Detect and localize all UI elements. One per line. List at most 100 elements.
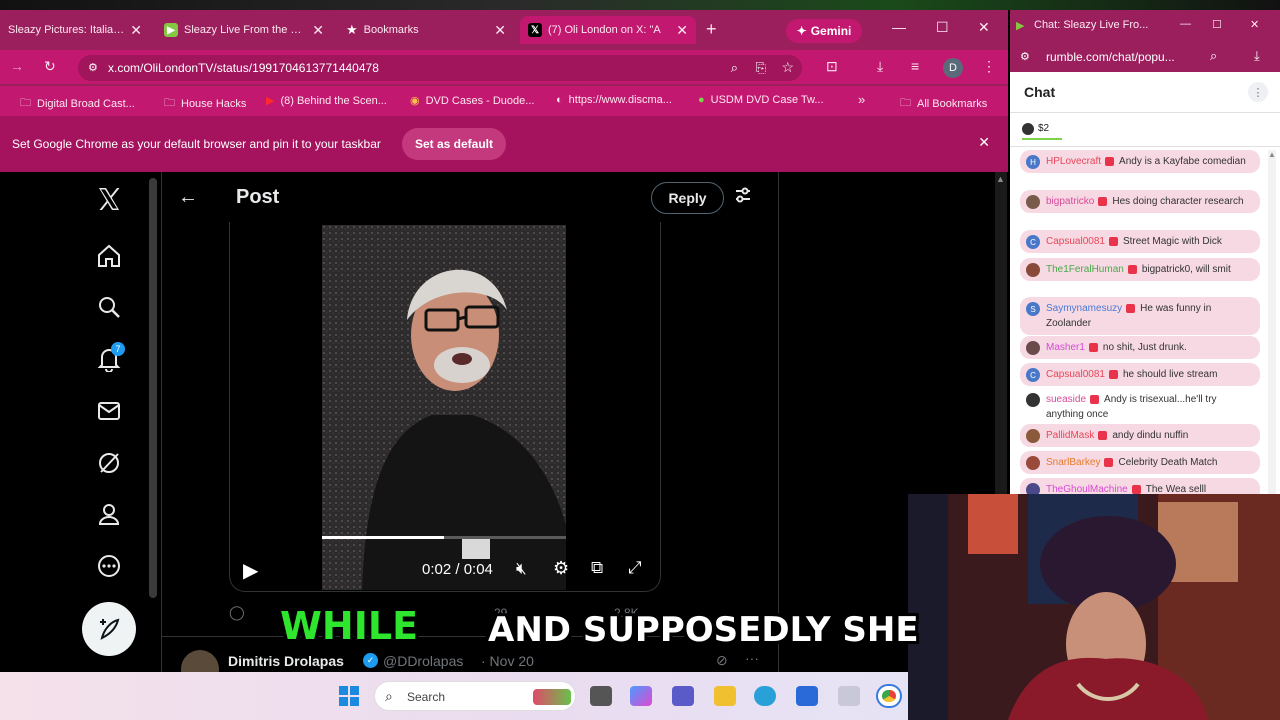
- settings-gear-icon[interactable]: ⚙: [553, 558, 569, 579]
- bookmark-star-icon[interactable]: ☆: [781, 59, 794, 76]
- chat-username[interactable]: Masher1: [1046, 342, 1085, 353]
- tab-bookmarks[interactable]: ★ Bookmarks ✕: [338, 16, 514, 44]
- infobar-close-icon[interactable]: ✕: [978, 134, 990, 151]
- avatar[interactable]: [1026, 429, 1040, 443]
- chat-username[interactable]: The1FeralHuman: [1046, 264, 1124, 275]
- chat-message[interactable]: PallidMask andy dindu nuffin: [1020, 424, 1260, 447]
- new-tab-button[interactable]: +: [706, 19, 717, 39]
- chat-username[interactable]: sueaside: [1046, 394, 1086, 405]
- download-icon[interactable]: ⤓: [1254, 48, 1260, 64]
- store-icon[interactable]: [796, 686, 818, 706]
- video-frame[interactable]: [322, 225, 566, 590]
- chat-username[interactable]: SnarlBarkey: [1046, 457, 1100, 468]
- tab-sleazy-live[interactable]: ▶ Sleazy Live From the B... ✕: [156, 16, 332, 44]
- download-icon[interactable]: ⤓: [877, 59, 883, 73]
- chat-username[interactable]: PallidMask: [1046, 430, 1094, 441]
- reply-author-handle[interactable]: @DDrolapas: [383, 653, 463, 669]
- left-scrollbar[interactable]: [149, 178, 157, 598]
- chat-username[interactable]: Capsual0081: [1046, 236, 1105, 247]
- maximize-button[interactable]: ☐: [936, 19, 949, 36]
- chrome-icon[interactable]: [876, 684, 902, 708]
- chat-message[interactable]: The1FeralHuman bigpatrick0, will smit: [1020, 258, 1260, 281]
- more-options-icon[interactable]: ···: [745, 650, 759, 666]
- address-bar[interactable]: ⚙ x.com/OliLondonTV/status/1991704613771…: [78, 55, 802, 81]
- messages-icon[interactable]: [94, 396, 124, 426]
- close-icon[interactable]: ✕: [312, 22, 324, 39]
- close-icon[interactable]: ✕: [130, 22, 142, 39]
- menu-icon[interactable]: ⋮: [982, 59, 996, 73]
- tab-sleazy-pictures[interactable]: Sleazy Pictures: Italians ✕: [0, 16, 150, 44]
- avatar[interactable]: [181, 650, 219, 672]
- media-icon[interactable]: ≡: [911, 59, 919, 73]
- chat-message[interactable]: bigpatricko Hes doing character research: [1020, 190, 1260, 213]
- chat-message[interactable]: sueaside Andy is trisexual...he'll try an…: [1020, 388, 1260, 426]
- chat-username[interactable]: HPLovecraft: [1046, 156, 1101, 167]
- chat-message[interactable]: H HPLovecraft Andy is a Kayfabe comedian: [1020, 150, 1260, 173]
- popout-icon[interactable]: ⧉: [591, 558, 603, 578]
- chat-username[interactable]: Saymynamesuzy: [1046, 303, 1122, 314]
- tab-x-post[interactable]: 𝕏 (7) Oli London on X: "A ✕: [520, 16, 696, 44]
- avatar[interactable]: H: [1026, 155, 1040, 169]
- avatar[interactable]: D: [943, 58, 963, 78]
- reload-icon[interactable]: ↻: [44, 59, 56, 73]
- fullscreen-icon[interactable]: ⤢: [628, 558, 642, 578]
- teams-icon[interactable]: [672, 686, 694, 706]
- avatar[interactable]: C: [1026, 368, 1040, 382]
- set-default-button[interactable]: Set as default: [402, 128, 506, 160]
- chat-options-icon[interactable]: ⋮: [1248, 82, 1268, 102]
- site-info-icon[interactable]: ⚙: [88, 61, 98, 74]
- maximize-button[interactable]: ☐: [1212, 18, 1222, 31]
- compose-post-button[interactable]: [82, 602, 136, 656]
- reply-author-name[interactable]: Dimitris Drolapas: [228, 653, 344, 669]
- tab-search-icon[interactable]: ⊡: [826, 59, 838, 73]
- edge-icon[interactable]: [754, 686, 776, 706]
- mute-icon[interactable]: 🔇︎: [516, 559, 527, 579]
- chat-address-bar[interactable]: ⚙ rumble.com/chat/popu... ⌕ ⤓: [1010, 42, 1280, 72]
- bookmark-folder[interactable]: 🗀 House Hacks: [164, 94, 246, 113]
- back-arrow-icon[interactable]: ←: [178, 186, 198, 209]
- chat-message[interactable]: C Capsual0081 he should live stream: [1020, 363, 1260, 386]
- close-icon[interactable]: ✕: [494, 22, 506, 39]
- install-icon[interactable]: ⎘: [756, 60, 766, 76]
- bookmark-link[interactable]: ● USDM DVD Case Tw...: [698, 94, 824, 106]
- gemini-button[interactable]: ✦ Gemini: [786, 19, 862, 43]
- chat-message[interactable]: SnarlBarkey Celebrity Death Match: [1020, 451, 1260, 474]
- chat-message[interactable]: Masher1 no shit, Just drunk.: [1020, 336, 1260, 359]
- avatar[interactable]: [1026, 341, 1040, 355]
- scroll-up-icon[interactable]: ▲: [1268, 150, 1276, 159]
- reply-count-icon[interactable]: ◯: [229, 604, 245, 621]
- app-icon[interactable]: [838, 686, 860, 706]
- zoom-icon[interactable]: ⌕: [1210, 48, 1217, 64]
- chat-scrollbar[interactable]: [1268, 150, 1276, 500]
- scroll-up-icon[interactable]: ▲: [996, 174, 1005, 184]
- close-window-button[interactable]: ✕: [1250, 18, 1259, 31]
- grok-icon[interactable]: [94, 448, 124, 478]
- bookmark-link[interactable]: ▶ (8) Behind the Scen...: [266, 94, 387, 108]
- site-info-icon[interactable]: ⚙: [1020, 50, 1030, 63]
- close-icon[interactable]: ✕: [676, 22, 688, 39]
- home-icon[interactable]: [94, 241, 124, 271]
- avatar[interactable]: [1026, 195, 1040, 209]
- search-icon[interactable]: [94, 292, 124, 322]
- start-button[interactable]: [338, 685, 360, 707]
- task-view-icon[interactable]: [590, 686, 612, 706]
- taskbar-search[interactable]: ⌕ Search: [374, 681, 576, 711]
- bookmark-link[interactable]: ◐ https://www.discma...: [556, 94, 672, 106]
- filter-sliders-icon[interactable]: [734, 186, 752, 209]
- profile-icon[interactable]: [94, 499, 124, 529]
- avatar[interactable]: [1026, 456, 1040, 470]
- minimize-button[interactable]: —: [1180, 18, 1191, 30]
- forward-icon[interactable]: →: [10, 59, 24, 73]
- avatar[interactable]: C: [1026, 235, 1040, 249]
- avatar[interactable]: S: [1026, 302, 1040, 316]
- chat-message[interactable]: S Saymynamesuzy He was funny in Zoolander: [1020, 297, 1260, 335]
- chat-username[interactable]: Capsual0081: [1046, 369, 1105, 380]
- chat-message[interactable]: C Capsual0081 Street Magic with Dick: [1020, 230, 1260, 253]
- minimize-button[interactable]: —: [892, 19, 906, 35]
- reply-button[interactable]: Reply: [651, 182, 724, 214]
- grok-icon[interactable]: ⊘: [716, 652, 728, 669]
- chat-username[interactable]: bigpatricko: [1046, 196, 1094, 207]
- all-bookmarks[interactable]: 🗀 All Bookmarks: [900, 94, 987, 113]
- play-icon[interactable]: ▶: [243, 558, 258, 583]
- bookmark-folder[interactable]: 🗀 Digital Broad Cast...: [20, 94, 135, 113]
